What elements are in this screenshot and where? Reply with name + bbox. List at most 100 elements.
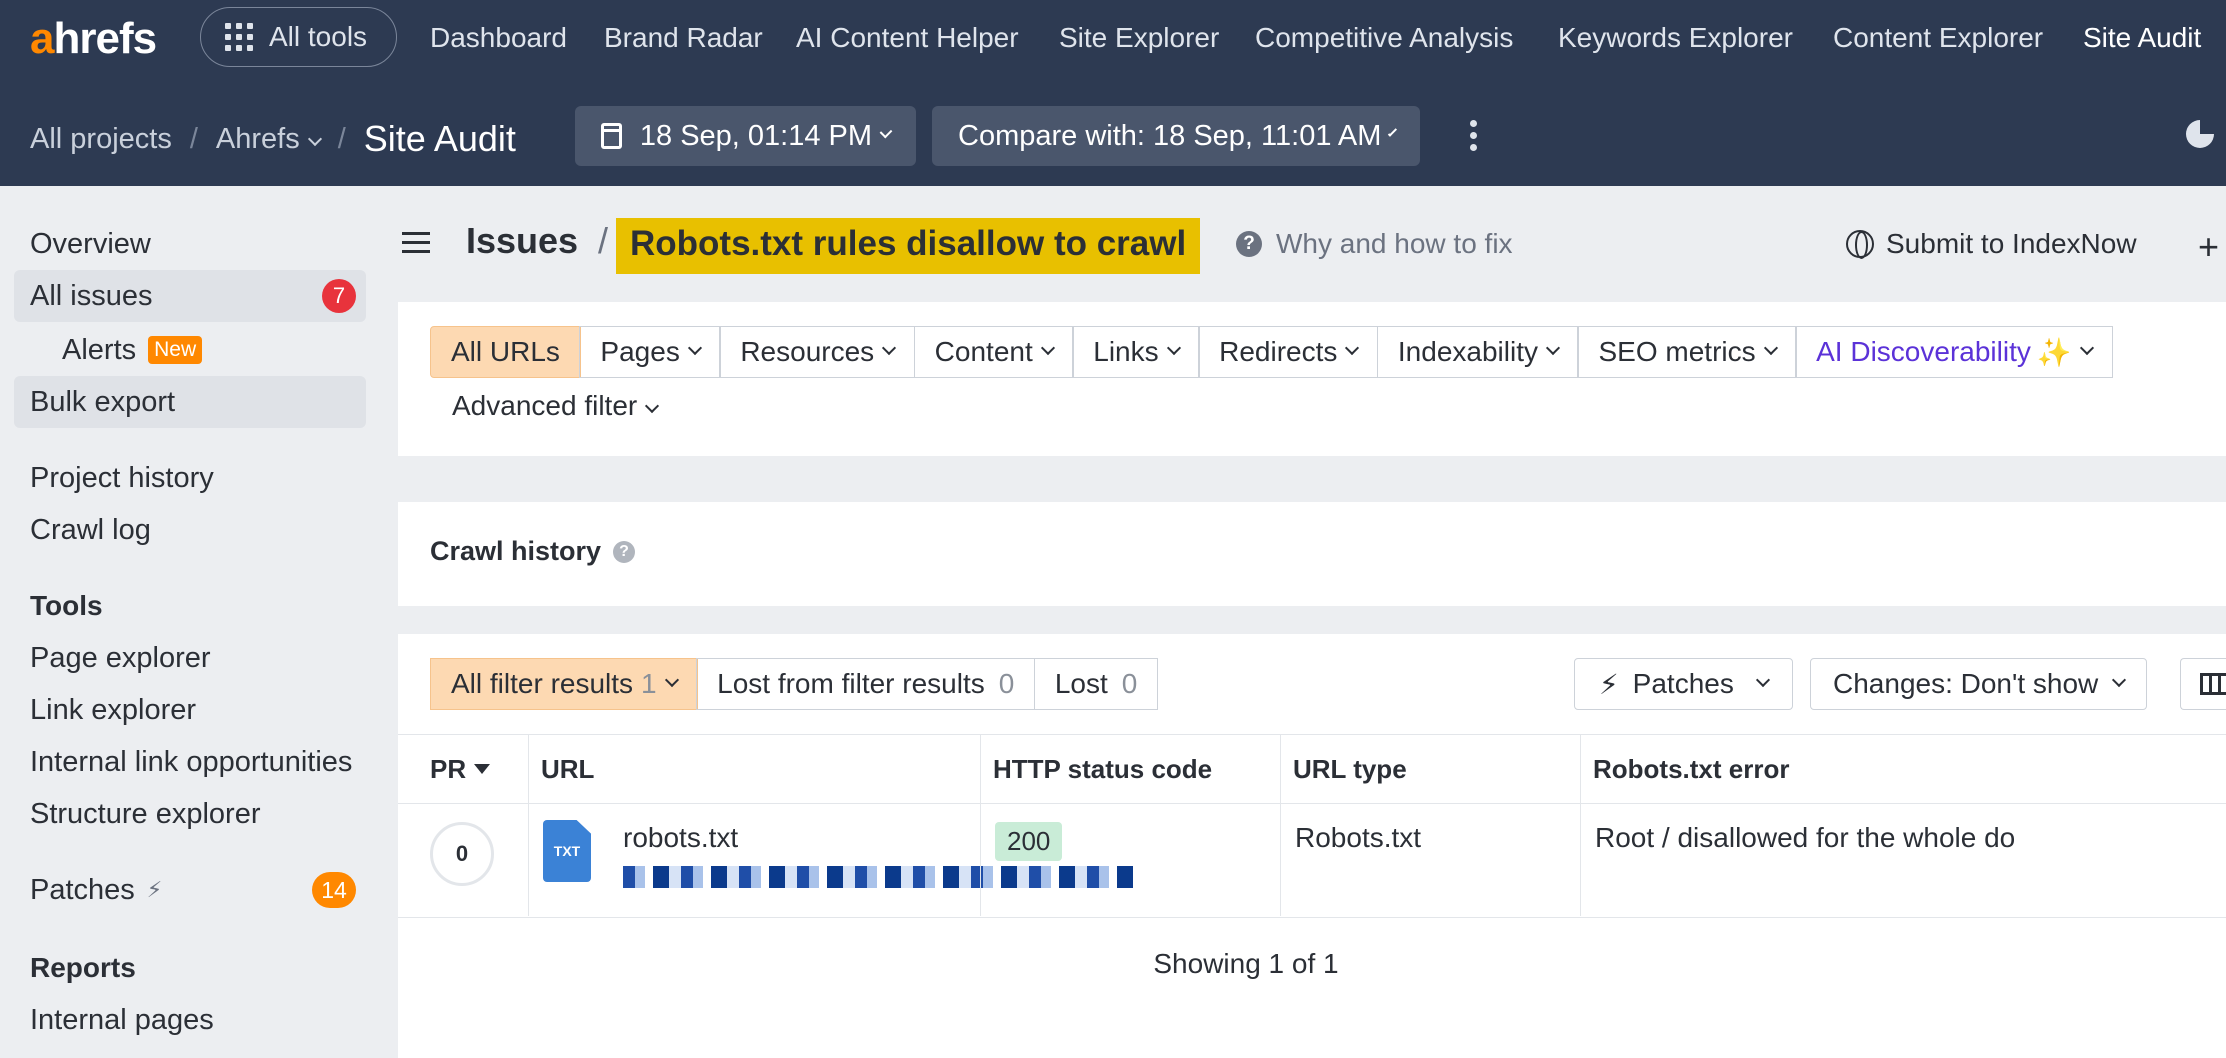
menu-icon[interactable] [402, 232, 430, 253]
tab-lost-from-filter-results[interactable]: Lost from filter results 0 [696, 658, 1036, 710]
cell-robots-error: Root / disallowed for the whole do [1580, 804, 2226, 916]
filter-tab-all-urls[interactable]: All URLs [430, 326, 581, 378]
changes-dropdown[interactable]: Changes: Don't show [1810, 658, 2148, 710]
filter-tab-content[interactable]: Content [913, 326, 1074, 378]
crawl-history-title[interactable]: Crawl history ? [430, 536, 636, 567]
nav-dashboard[interactable]: Dashboard [430, 22, 567, 54]
page-title[interactable]: Issues [466, 220, 578, 262]
help-icon[interactable]: ? [613, 540, 636, 563]
cell-http-status: 200 [980, 804, 1280, 916]
nav-content-explorer[interactable]: Content Explorer [1833, 22, 2043, 54]
nav-keywords-explorer[interactable]: Keywords Explorer [1558, 22, 1793, 54]
more-options-icon[interactable] [1470, 120, 1480, 151]
breadcrumb-current: Site Audit [363, 118, 516, 159]
sort-desc-icon [474, 764, 491, 774]
chevron-down-icon [2112, 672, 2127, 688]
globe-icon [1846, 230, 1874, 259]
title-separator: / [598, 220, 609, 261]
filter-tab-resources[interactable]: Resources [719, 326, 916, 378]
sidebar-item-crawl-log[interactable]: Crawl log [14, 504, 366, 556]
chevron-down-icon [1763, 340, 1778, 356]
table-header: PR URL HTTP status code URL type Robots.… [398, 734, 2226, 804]
filter-tab-ai-discoverability[interactable]: AI Discoverability ✨ [1795, 326, 2113, 378]
sidebar-item-structure-explorer[interactable]: Structure explorer [14, 788, 366, 840]
filter-tabs: All URLs Pages Resources Content Links R… [430, 326, 2113, 378]
chevron-down-icon [687, 340, 702, 356]
sidebar-item-alerts[interactable]: Alerts New [46, 324, 366, 376]
chevron-down-icon [1755, 672, 1770, 688]
cell-pr: 0 [398, 804, 528, 916]
filter-tab-pages[interactable]: Pages [579, 326, 721, 378]
ahrefs-logo[interactable]: ahrefs [30, 14, 157, 64]
all-tools-button[interactable]: All tools [200, 7, 397, 67]
sidebar: Overview All issues 7 Alerts New Bulk ex… [0, 186, 380, 1058]
advanced-filter-button[interactable]: Advanced filter [452, 390, 660, 422]
sidebar-item-bulk-export[interactable]: Bulk export [14, 376, 366, 428]
plus-icon[interactable]: + [2198, 226, 2219, 268]
sidebar-item-overview[interactable]: Overview [14, 218, 366, 270]
pagination-summary: Showing 1 of 1 [1153, 948, 1339, 979]
breadcrumb-project[interactable]: Ahrefs [216, 123, 322, 156]
chevron-down-icon [1388, 127, 1398, 137]
nav-competitive-analysis[interactable]: Competitive Analysis [1255, 22, 1513, 54]
table-row: 0 TXT robots.txt 200 Robots.txt Root / d… [398, 804, 2226, 918]
breadcrumb-all-projects[interactable]: All projects [30, 123, 172, 156]
nav-site-explorer[interactable]: Site Explorer [1059, 22, 1219, 54]
cell-url: TXT robots.txt [528, 804, 1133, 916]
pie-chart-icon[interactable] [2186, 120, 2214, 148]
filter-tab-indexability[interactable]: Indexability [1376, 326, 1579, 378]
all-tools-label: All tools [269, 21, 368, 52]
txt-file-icon: TXT [543, 820, 591, 882]
column-header-url[interactable]: URL [528, 735, 980, 803]
issue-title: Robots.txt rules disallow to crawl [616, 218, 1201, 274]
sidebar-item-link-explorer[interactable]: Link explorer [14, 684, 366, 736]
tab-all-filter-results[interactable]: All filter results 1 [430, 658, 698, 710]
patches-count-badge: 14 [312, 872, 356, 908]
sidebar-item-all-issues[interactable]: All issues 7 [14, 270, 366, 322]
sidebar-item-internal-pages[interactable]: Internal pages [14, 994, 366, 1046]
columns-button[interactable] [2180, 658, 2226, 710]
columns-icon [2200, 673, 2226, 695]
sparkles-icon: ✨ [2036, 336, 2072, 368]
nav-ai-content-helper[interactable]: AI Content Helper [796, 22, 1019, 54]
nav-brand-radar[interactable]: Brand Radar [604, 22, 763, 54]
filters-panel: All URLs Pages Resources Content Links R… [398, 302, 2226, 456]
column-header-url-type[interactable]: URL type [1280, 735, 1580, 803]
chevron-down-icon [664, 672, 679, 688]
grid-icon [225, 23, 253, 51]
column-header-pr[interactable]: PR [398, 735, 528, 803]
new-badge: New [148, 336, 203, 364]
sidebar-item-internal-link-opportunities[interactable]: Internal link opportunities [14, 736, 366, 788]
chevron-down-icon [1040, 340, 1055, 356]
bolt-icon: ⚡ [146, 877, 163, 902]
pr-value: 0 [430, 822, 494, 886]
chevron-down-icon [2079, 340, 2094, 356]
calendar-icon [601, 123, 622, 149]
bolt-icon: ⚡ [1599, 668, 1619, 700]
why-and-how-to-fix-link[interactable]: ? Why and how to fix [1236, 228, 1513, 260]
filter-tab-seo-metrics[interactable]: SEO metrics [1577, 326, 1797, 378]
compare-with-dropdown[interactable]: Compare with: 18 Sep, 11:01 AM [932, 106, 1420, 166]
sidebar-heading-tools: Tools [30, 590, 103, 621]
issues-count-badge: 7 [322, 279, 356, 313]
nav-site-audit[interactable]: Site Audit [2083, 22, 2201, 54]
filter-tab-links[interactable]: Links [1072, 326, 1200, 378]
cell-url-type: Robots.txt [1280, 804, 1580, 916]
main-content: Issues / Robots.txt rules disallow to cr… [398, 186, 2226, 1058]
url-name[interactable]: robots.txt [623, 822, 738, 854]
question-icon: ? [1236, 231, 1262, 257]
tab-lost[interactable]: Lost 0 [1033, 658, 1159, 710]
submit-to-indexnow-button[interactable]: Submit to IndexNow [1846, 228, 2137, 260]
column-header-robots-error[interactable]: Robots.txt error [1580, 735, 2226, 803]
patches-dropdown[interactable]: ⚡ Patches [1574, 658, 1793, 710]
sidebar-heading-reports: Reports [30, 952, 136, 983]
crawl-date-dropdown[interactable]: 18 Sep, 01:14 PM [575, 106, 916, 166]
column-header-http-status[interactable]: HTTP status code [980, 735, 1280, 803]
crawl-history-panel: Crawl history ? [398, 502, 2226, 606]
breadcrumb: All projects / Ahrefs / Site Audit [30, 118, 516, 159]
results-panel: All filter results 1 Lost from filter re… [398, 634, 2226, 1058]
sidebar-item-patches[interactable]: Patches ⚡ 14 [14, 864, 366, 916]
sidebar-item-project-history[interactable]: Project history [14, 452, 366, 504]
filter-tab-redirects[interactable]: Redirects [1198, 326, 1379, 378]
sidebar-item-page-explorer[interactable]: Page explorer [14, 632, 366, 684]
